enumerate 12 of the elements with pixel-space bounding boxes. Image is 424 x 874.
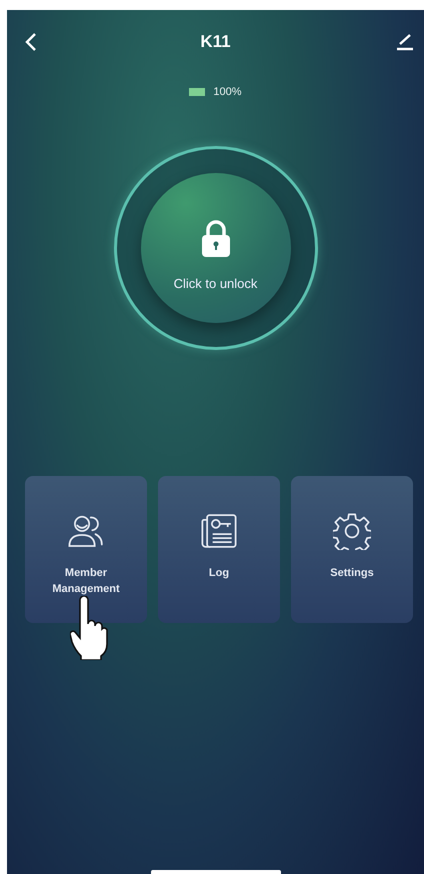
menu-tile[interactable]: Log: [158, 476, 280, 623]
document-icon: [200, 512, 238, 550]
back-icon[interactable]: [25, 32, 37, 52]
device-title: K11: [200, 32, 231, 52]
unlock-button[interactable]: Click to unlock: [140, 173, 290, 323]
battery-reading: 100%: [213, 86, 242, 98]
edit-icon[interactable]: [394, 33, 414, 51]
settings-icon: [333, 512, 371, 550]
menu-tile[interactable]: Settings: [291, 476, 413, 623]
battery-icon: [189, 88, 206, 96]
padlock-icon: [200, 220, 230, 258]
menu-tile[interactable]: Member Management: [25, 476, 147, 623]
